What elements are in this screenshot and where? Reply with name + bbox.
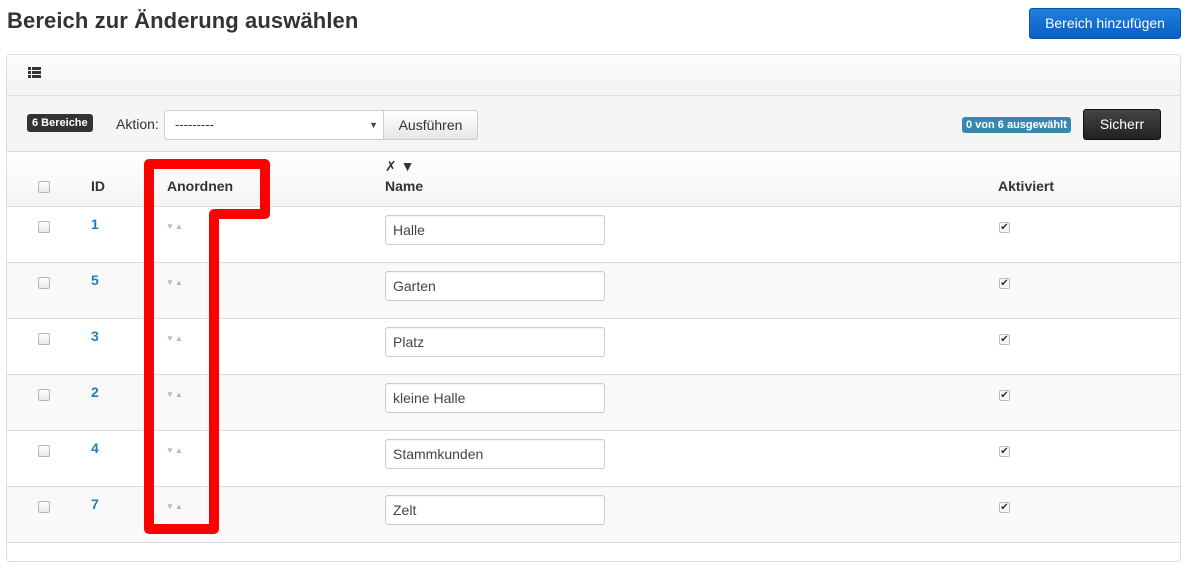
table-row: 5 ▼▲ Garten ✔ <box>7 263 1180 319</box>
name-input[interactable]: Platz <box>385 327 605 357</box>
active-checkbox[interactable]: ✔ <box>999 334 1010 345</box>
table-row: 2 ▼▲ kleine Halle ✔ <box>7 375 1180 431</box>
save-button[interactable]: Sicherr <box>1083 109 1161 140</box>
row-id-link[interactable]: 5 <box>91 272 99 288</box>
row-checkbox[interactable] <box>38 445 50 457</box>
name-input[interactable]: Halle <box>385 215 605 245</box>
row-checkbox[interactable] <box>38 333 50 345</box>
sort-arrows-icon[interactable]: ▼▲ <box>166 390 184 399</box>
table-row: 1 ▼▲ Halle ✔ <box>7 207 1180 263</box>
sort-arrows-icon[interactable]: ▼▲ <box>166 222 184 231</box>
active-checkbox[interactable]: ✔ <box>999 278 1010 289</box>
table-row: 7 ▼▲ Zelt ✔ <box>7 487 1180 543</box>
selected-count-badge: 0 von 6 ausgewählt <box>962 117 1071 133</box>
sort-toggle-icon[interactable]: ✗ ▼ <box>385 158 414 175</box>
list-icon[interactable] <box>28 67 41 78</box>
action-label: Aktion: <box>116 116 159 132</box>
column-active[interactable]: Aktiviert <box>998 178 1054 194</box>
column-id[interactable]: ID <box>91 178 105 194</box>
row-id-link[interactable]: 1 <box>91 216 99 232</box>
active-checkbox[interactable]: ✔ <box>999 222 1010 233</box>
count-badge: 6 Bereiche <box>27 114 93 132</box>
row-id-link[interactable]: 3 <box>91 328 99 344</box>
row-checkbox[interactable] <box>38 389 50 401</box>
changelist-panel: 6 Bereiche Aktion: --------- ▼ Ausführen… <box>6 54 1181 562</box>
row-checkbox[interactable] <box>38 501 50 513</box>
sort-arrows-icon[interactable]: ▼▲ <box>166 278 184 287</box>
row-id-link[interactable]: 7 <box>91 496 99 512</box>
row-id-link[interactable]: 4 <box>91 440 99 456</box>
active-checkbox[interactable]: ✔ <box>999 446 1010 457</box>
sort-arrows-icon[interactable]: ▼▲ <box>166 502 184 511</box>
row-id-link[interactable]: 2 <box>91 384 99 400</box>
active-checkbox[interactable]: ✔ <box>999 390 1010 401</box>
row-checkbox[interactable] <box>38 221 50 233</box>
name-input[interactable]: Stammkunden <box>385 439 605 469</box>
action-select[interactable]: --------- ▼ <box>164 110 384 140</box>
select-all-checkbox[interactable] <box>38 181 50 193</box>
add-area-button[interactable]: Bereich hinzufügen <box>1029 8 1181 39</box>
table-row: 3 ▼▲ Platz ✔ <box>7 319 1180 375</box>
column-order[interactable]: Anordnen <box>167 178 233 194</box>
active-checkbox[interactable]: ✔ <box>999 502 1010 513</box>
actions-toolbar: 6 Bereiche Aktion: --------- ▼ Ausführen… <box>7 96 1180 152</box>
column-name[interactable]: Name <box>385 178 423 194</box>
name-input[interactable]: Garten <box>385 271 605 301</box>
page-title: Bereich zur Änderung auswählen <box>7 8 359 33</box>
name-input[interactable]: kleine Halle <box>385 383 605 413</box>
run-action-button[interactable]: Ausführen <box>383 110 478 140</box>
sort-arrows-icon[interactable]: ▼▲ <box>166 446 184 455</box>
action-select-value: --------- <box>175 117 214 132</box>
table-row: 4 ▼▲ Stammkunden ✔ <box>7 431 1180 487</box>
table-header: ID Anordnen ✗ ▼ Name Aktiviert <box>7 152 1180 207</box>
panel-header <box>7 55 1180 96</box>
sort-arrows-icon[interactable]: ▼▲ <box>166 334 184 343</box>
select-caret-icon: ▼ <box>369 120 378 130</box>
row-checkbox[interactable] <box>38 277 50 289</box>
name-input[interactable]: Zelt <box>385 495 605 525</box>
